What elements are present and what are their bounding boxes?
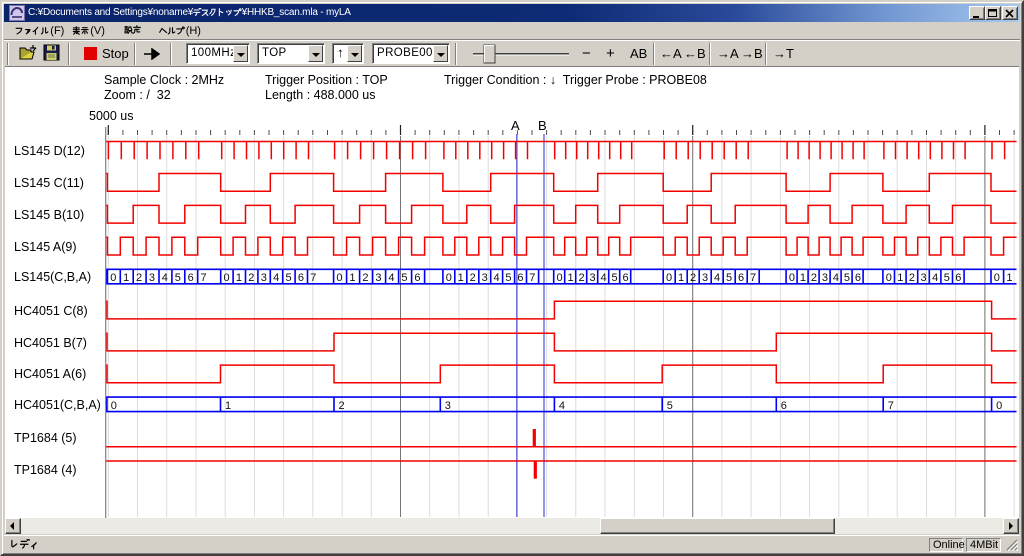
svg-text:0: 0	[224, 272, 230, 284]
svg-text:6: 6	[298, 272, 304, 284]
svg-text:1: 1	[349, 272, 355, 284]
svg-text:6: 6	[517, 272, 523, 284]
svg-text:2: 2	[136, 272, 142, 284]
svg-text:0: 0	[336, 272, 342, 284]
svg-text:6: 6	[855, 272, 861, 284]
svg-text:2: 2	[339, 400, 345, 412]
svg-text:1: 1	[236, 272, 242, 284]
svg-text:4: 4	[601, 272, 607, 284]
svg-text:5: 5	[505, 272, 511, 284]
svg-text:2: 2	[470, 272, 476, 284]
svg-text:0: 0	[994, 272, 1000, 284]
svg-text:5: 5	[286, 272, 292, 284]
svg-text:0: 0	[996, 400, 1002, 412]
svg-text:5: 5	[612, 272, 618, 284]
svg-text:5: 5	[401, 272, 407, 284]
svg-text:1: 1	[458, 272, 464, 284]
svg-text:5: 5	[175, 272, 181, 284]
svg-text:7: 7	[201, 272, 207, 284]
svg-text:3: 3	[590, 272, 596, 284]
svg-text:5: 5	[726, 272, 732, 284]
svg-text:4: 4	[494, 272, 500, 284]
svg-text:5: 5	[667, 400, 673, 412]
svg-text:6: 6	[738, 272, 744, 284]
svg-text:4: 4	[833, 272, 839, 284]
svg-text:4: 4	[559, 400, 565, 412]
svg-text:6: 6	[188, 272, 194, 284]
svg-text:3: 3	[702, 272, 708, 284]
svg-text:3: 3	[375, 272, 381, 284]
svg-text:3: 3	[482, 272, 488, 284]
svg-text:7: 7	[750, 272, 756, 284]
svg-text:7: 7	[310, 272, 316, 284]
svg-text:0: 0	[789, 272, 795, 284]
svg-text:6: 6	[781, 400, 787, 412]
svg-text:0: 0	[111, 400, 117, 412]
svg-text:7: 7	[888, 400, 894, 412]
svg-text:3: 3	[261, 272, 267, 284]
svg-text:6: 6	[955, 272, 961, 284]
svg-text:6: 6	[414, 272, 420, 284]
svg-text:0: 0	[886, 272, 892, 284]
svg-text:1: 1	[123, 272, 129, 284]
svg-text:1: 1	[568, 272, 574, 284]
svg-text:1: 1	[800, 272, 806, 284]
svg-text:7: 7	[529, 272, 535, 284]
svg-text:3: 3	[822, 272, 828, 284]
svg-text:2: 2	[811, 272, 817, 284]
svg-text:6: 6	[623, 272, 629, 284]
svg-text:3: 3	[149, 272, 155, 284]
svg-text:4: 4	[714, 272, 720, 284]
svg-text:5: 5	[844, 272, 850, 284]
svg-text:2: 2	[362, 272, 368, 284]
svg-text:2: 2	[909, 272, 915, 284]
svg-text:0: 0	[557, 272, 563, 284]
svg-text:3: 3	[921, 272, 927, 284]
svg-text:4: 4	[162, 272, 168, 284]
svg-text:4: 4	[932, 272, 938, 284]
svg-text:0: 0	[666, 272, 672, 284]
svg-text:2: 2	[248, 272, 254, 284]
svg-text:1: 1	[678, 272, 684, 284]
svg-text:1: 1	[225, 400, 231, 412]
svg-text:5: 5	[944, 272, 950, 284]
svg-text:0: 0	[446, 272, 452, 284]
svg-text:2: 2	[690, 272, 696, 284]
svg-text:4: 4	[273, 272, 279, 284]
svg-text:1: 1	[897, 272, 903, 284]
svg-text:4: 4	[388, 272, 394, 284]
svg-text:1: 1	[1006, 272, 1012, 284]
svg-text:0: 0	[110, 272, 116, 284]
svg-text:2: 2	[579, 272, 585, 284]
svg-text:3: 3	[445, 400, 451, 412]
